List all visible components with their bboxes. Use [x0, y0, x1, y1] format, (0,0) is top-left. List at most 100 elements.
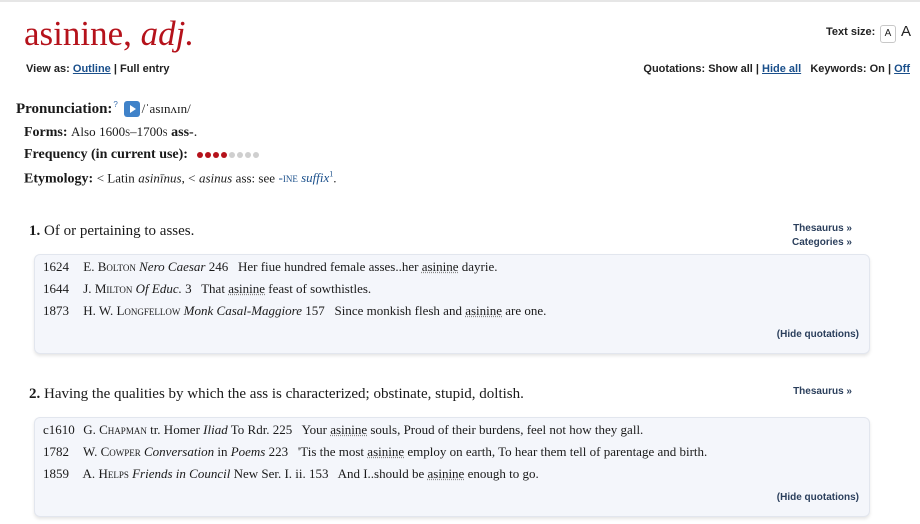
sense-1-quotations: 1624 E. Bolton Nero Caesar 246 Her fiue … — [34, 254, 870, 354]
quote-text-post: souls, Proud of their burdens, feel not … — [370, 422, 644, 437]
quote-text-post: enough to go. — [467, 466, 539, 481]
keywords-label: Keywords: — [810, 63, 867, 75]
forms-row: Forms: Also 1600s–1700s ass-. — [24, 124, 197, 141]
quote-year: 1644 — [43, 281, 69, 296]
forms-variant: ass- — [171, 125, 194, 140]
quotation-row: 1873 H. W. Longfellow Monk Casal-Maggior… — [43, 303, 546, 319]
sense-number: 2. — [29, 386, 41, 402]
help-icon[interactable]: ? — [113, 100, 117, 109]
quotation-row: 1644 J. Milton Of Educ. 3 That asinine f… — [43, 281, 371, 297]
quote-text-pre: 'Tis the most — [297, 444, 365, 459]
quotations-label: Quotations: — [643, 63, 706, 75]
ine-link-word: suffix — [301, 170, 330, 186]
quote-author-last: Longfellow — [116, 303, 181, 318]
quote-author-first: G. — [83, 422, 96, 437]
quote-work-2: Poems — [230, 444, 266, 459]
headword: asinine — [24, 14, 124, 53]
quotation-row: c1610 G. Chapman tr. Homer Iliad To Rdr.… — [43, 422, 643, 438]
keywords-separator: | — [887, 63, 892, 75]
quote-author-first: H. W. — [83, 303, 114, 318]
quote-mid: in — [217, 444, 228, 459]
quote-work: Friends in Council — [132, 466, 231, 481]
quote-text-post: feast of sowthistles. — [268, 281, 372, 296]
quote-ref: 157 — [305, 303, 325, 318]
quote-text-pre: And I..should be — [337, 466, 425, 481]
quotation-row: 1782 W. Cowper Conversation in Poems 223… — [43, 444, 707, 460]
frequency-dot-filled — [213, 151, 220, 158]
sense-1-categories-link[interactable]: Categories » — [770, 237, 852, 248]
quote-ref: To Rdr. 225 — [230, 422, 293, 437]
quote-work: Conversation — [144, 444, 215, 459]
hide-quotations-link[interactable]: (Hide quotations) — [777, 329, 859, 340]
quote-keyword: asinine — [330, 422, 368, 437]
forms-period: 1600s–1700s — [99, 124, 168, 139]
quote-author-first: J. — [83, 281, 92, 296]
quote-author-first: W. — [83, 444, 98, 459]
etymology-lt2: , < — [181, 170, 196, 186]
quote-text-pre: Since monkish flesh and — [334, 303, 462, 318]
quote-author-last: Helps — [98, 466, 129, 481]
quote-year: 1873 — [43, 303, 69, 318]
etymology-end: . — [333, 170, 337, 186]
sense-1-definition: 1. Of or pertaining to asses. — [29, 223, 194, 240]
text-size-large-button[interactable]: A — [901, 23, 911, 40]
quote-year: c1610 — [43, 422, 75, 437]
headword-separator: , — [123, 14, 141, 53]
quote-text-post: are one. — [505, 303, 547, 318]
sense-1-thesaurus-link[interactable]: Thesaurus » — [770, 223, 852, 234]
quote-author-last: Cowper — [100, 444, 141, 459]
quotations-separator: | — [755, 63, 759, 75]
etymology-ass-see: ass: see — [235, 170, 276, 186]
quote-author-last: Milton — [94, 281, 133, 296]
quote-keyword: asinine — [427, 466, 465, 481]
quote-ref: 223 — [268, 444, 289, 459]
frequency-dots[interactable] — [197, 147, 261, 162]
quote-author-first: A. — [82, 466, 96, 481]
quote-text-post: dayrie. — [461, 259, 498, 274]
frequency-dot-empty — [229, 151, 236, 158]
sense-2-quotations: c1610 G. Chapman tr. Homer Iliad To Rdr.… — [34, 417, 870, 517]
view-separator: | — [113, 63, 117, 75]
sense-number: 1. — [29, 223, 41, 239]
quote-author-last: Chapman — [99, 422, 147, 437]
keywords-on-label: On — [869, 63, 885, 75]
play-audio-icon[interactable] — [123, 100, 140, 117]
text-size-label: Text size: — [826, 26, 876, 38]
sense-2-definition: 2. Having the qualities by which the ass… — [29, 386, 524, 403]
ine-suffix-link[interactable]: -ine suffix1 — [279, 170, 334, 185]
quote-keyword: asinine — [228, 281, 266, 296]
top-border — [0, 0, 920, 2]
etymology-row: Etymology: < Latin asinīnus, < asinus as… — [24, 170, 337, 187]
quotation-row: 1859 A. Helps Friends in Council New Ser… — [43, 466, 539, 482]
etymon-asinus: asinus — [198, 170, 233, 186]
forms-also: Also — [71, 124, 96, 139]
outline-link[interactable]: Outline — [73, 63, 111, 75]
sense-text: Of or pertaining to asses. — [44, 223, 195, 239]
quote-text-pre: Her fiue hundred female asses..her — [237, 259, 419, 274]
quote-text-pre: That — [201, 281, 225, 296]
keywords-off-link[interactable]: Off — [894, 63, 910, 75]
frequency-dot-filled — [197, 151, 204, 158]
hide-all-link[interactable]: Hide all — [762, 63, 801, 75]
pronunciation-ipa: /ˈasɪnʌɪn/ — [141, 101, 191, 116]
frequency-dot-empty — [245, 151, 252, 158]
frequency-dot-filled — [205, 151, 212, 158]
text-size-small-button[interactable]: A — [880, 25, 896, 43]
quote-mid: tr. Homer — [150, 422, 200, 437]
display-options-bar: Quotations: Show all | Hide all Keywords… — [643, 63, 910, 75]
quote-year: 1859 — [43, 466, 69, 481]
quote-keyword: asinine — [367, 444, 405, 459]
pronunciation-row: Pronunciation:? /ˈasɪnʌɪn/ — [16, 100, 191, 118]
quotation-row: 1624 E. Bolton Nero Caesar 246 Her fiue … — [43, 259, 498, 275]
view-as-label: View as: — [26, 63, 70, 75]
quote-ref: 246 — [208, 259, 229, 274]
quote-ref: New Ser. I. ii. 153 — [233, 466, 329, 481]
quote-work: Nero Caesar — [139, 259, 206, 274]
sense-2-thesaurus-link[interactable]: Thesaurus » — [770, 386, 852, 397]
quote-ref: 3 — [185, 281, 192, 296]
forms-label: Forms: — [24, 125, 68, 140]
etymology-source: < Latin — [96, 170, 135, 186]
frequency-dot-empty — [253, 151, 260, 158]
quote-year: 1624 — [43, 259, 69, 274]
hide-quotations-link[interactable]: (Hide quotations) — [777, 492, 859, 503]
